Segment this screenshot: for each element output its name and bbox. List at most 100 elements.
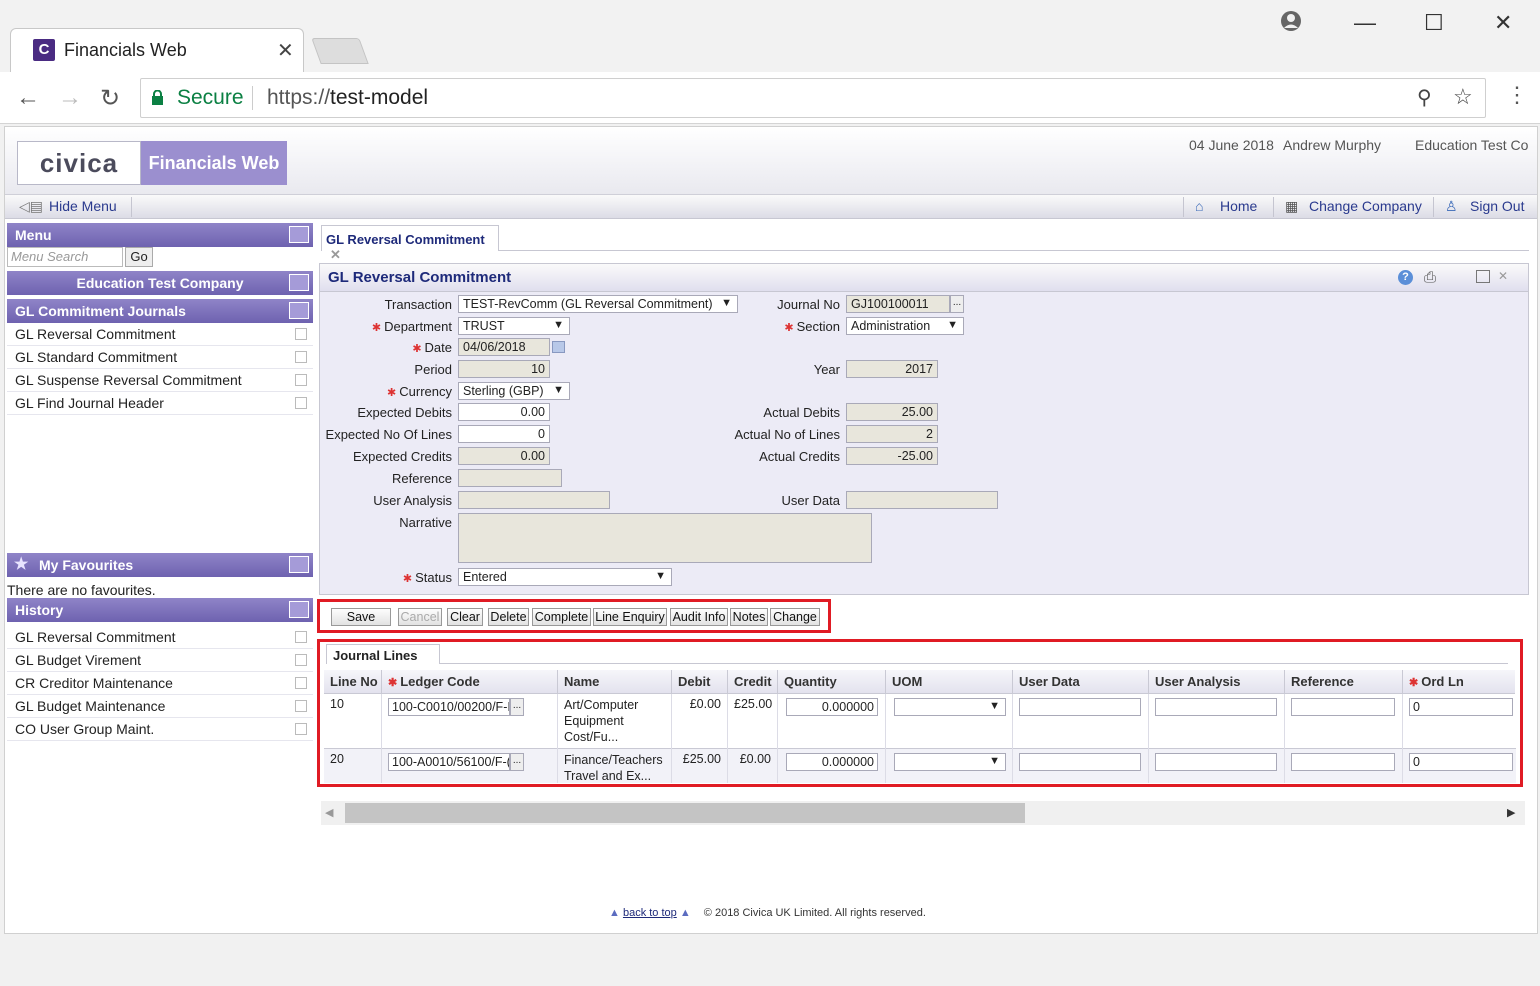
column-header-quantity[interactable]: Quantity	[778, 670, 886, 694]
ledger-lookup-button[interactable]: ...	[510, 753, 524, 771]
help-icon[interactable]: ?	[1398, 270, 1413, 285]
menu-item[interactable]: GL Find Journal Header	[7, 392, 313, 415]
expected-debits-input[interactable]: 0.00	[458, 403, 550, 421]
clear-button[interactable]: Clear	[447, 608, 483, 626]
uom-select[interactable]	[894, 698, 1006, 716]
history-item[interactable]: GL Budget Virement	[7, 649, 313, 672]
column-header-name[interactable]: Name	[558, 670, 672, 694]
open-external-icon[interactable]	[295, 700, 307, 712]
open-external-icon[interactable]	[295, 677, 307, 689]
status-select[interactable]: Entered	[458, 568, 672, 586]
user-data-input[interactable]	[1019, 753, 1141, 771]
column-header-ord-ln[interactable]: ✱ Ord Ln	[1403, 670, 1515, 694]
profile-icon[interactable]	[1280, 10, 1302, 38]
back-icon[interactable]: ←	[16, 84, 40, 112]
delete-button[interactable]: Delete	[488, 608, 529, 626]
user-data-input[interactable]	[1019, 698, 1141, 716]
quantity-input[interactable]: 0.000000	[786, 753, 878, 771]
column-header-reference[interactable]: Reference	[1285, 670, 1403, 694]
open-external-icon[interactable]	[295, 723, 307, 735]
journal-lines-tab[interactable]: Journal Lines	[326, 644, 440, 664]
history-item[interactable]: CR Creditor Maintenance	[7, 672, 313, 695]
expected-lines-input[interactable]: 0	[458, 425, 550, 443]
reload-icon[interactable]: ↻	[100, 84, 120, 113]
journal-lookup-button[interactable]: ...	[950, 295, 964, 313]
ord-ln-input[interactable]: 0	[1409, 698, 1513, 716]
hide-menu-icon[interactable]: ◁▤	[19, 198, 43, 215]
change-company-link[interactable]: Change Company	[1309, 198, 1422, 214]
chrome-menu-icon[interactable]: ⋮	[1506, 82, 1528, 108]
open-external-icon[interactable]	[295, 397, 307, 409]
quantity-input[interactable]: 0.000000	[786, 698, 878, 716]
column-header-debit[interactable]: Debit	[672, 670, 728, 694]
zoom-icon[interactable]: ⚲	[1417, 85, 1432, 110]
panel-toggle-icon[interactable]	[289, 601, 309, 618]
hide-menu-link[interactable]: Hide Menu	[49, 198, 117, 214]
building-icon[interactable]: ▦	[1285, 198, 1298, 215]
close-tab-icon[interactable]: ✕	[330, 247, 341, 262]
back-to-top-link[interactable]: back to top	[623, 907, 677, 919]
maximize-icon[interactable]: ☐	[1424, 10, 1444, 36]
panel-toggle-icon[interactable]	[289, 556, 309, 573]
ledger-code-input[interactable]: 100-A0010/56100/F-(	[388, 753, 510, 771]
bookmark-star-icon[interactable]: ☆	[1453, 84, 1473, 110]
column-header-ledger-code[interactable]: ✱ Ledger Code	[382, 670, 558, 694]
menu-item[interactable]: GL Suspense Reversal Commitment	[7, 369, 313, 392]
transaction-select[interactable]: TEST-RevComm (GL Reversal Commitment)	[458, 295, 738, 313]
home-link[interactable]: Home	[1220, 198, 1257, 214]
close-window-icon[interactable]: ✕	[1494, 10, 1512, 36]
address-bar[interactable]: Secure https://test-model ⚲ ☆	[140, 78, 1486, 118]
group-panel-header[interactable]: GL Commitment Journals	[7, 299, 313, 323]
menu-search-go-button[interactable]: Go	[125, 247, 153, 267]
panel-toggle-icon[interactable]	[289, 226, 309, 243]
menu-item[interactable]: GL Reversal Commitment	[7, 323, 313, 346]
browser-tab[interactable]: C Financials Web ✕	[10, 28, 304, 72]
scrollbar-thumb[interactable]	[345, 803, 1025, 823]
department-select[interactable]: TRUST	[458, 317, 570, 335]
column-header-uom[interactable]: UOM	[886, 670, 1013, 694]
menu-item[interactable]: GL Standard Commitment	[7, 346, 313, 369]
open-external-icon[interactable]	[295, 328, 307, 340]
forward-icon[interactable]: →	[58, 84, 82, 112]
reference-input[interactable]	[1291, 753, 1395, 771]
date-field[interactable]: 04/06/2018	[458, 338, 550, 356]
home-icon[interactable]: ⌂	[1195, 198, 1203, 214]
minimize-icon[interactable]: —	[1354, 10, 1376, 36]
user-analysis-input[interactable]	[1155, 698, 1277, 716]
complete-button[interactable]: Complete	[532, 608, 591, 626]
reference-input[interactable]	[1291, 698, 1395, 716]
open-external-icon[interactable]	[295, 631, 307, 643]
open-external-icon[interactable]	[295, 654, 307, 666]
print-icon[interactable]: ⎙	[1424, 269, 1436, 286]
column-header-line-no[interactable]: Line No	[324, 670, 382, 694]
open-external-icon[interactable]	[295, 351, 307, 363]
content-tab[interactable]: GL Reversal Commitment ✕	[321, 225, 499, 262]
panel-toggle-icon[interactable]	[289, 302, 309, 319]
cancel-button[interactable]: Cancel	[398, 608, 442, 626]
history-item[interactable]: CO User Group Maint.	[7, 718, 313, 741]
user-analysis-input[interactable]	[1155, 753, 1277, 771]
calendar-icon[interactable]	[552, 341, 565, 353]
history-item[interactable]: GL Reversal Commitment	[7, 626, 313, 649]
sign-out-icon[interactable]: ♙	[1445, 198, 1458, 215]
ledger-code-input[interactable]: 100-C0010/00200/F-I	[388, 698, 510, 716]
column-header-user-analysis[interactable]: User Analysis	[1149, 670, 1285, 694]
ledger-lookup-button[interactable]: ...	[510, 698, 524, 716]
new-tab-button[interactable]	[311, 38, 369, 64]
table-row[interactable]: 10 100-C0010/00200/F-I ... Art/Computer …	[324, 694, 1516, 749]
ord-ln-input[interactable]: 0	[1409, 753, 1513, 771]
panel-toggle-icon[interactable]	[289, 274, 309, 291]
save-button[interactable]: Save	[331, 608, 391, 626]
line-enquiry-button[interactable]: Line Enquiry	[593, 608, 667, 626]
history-item[interactable]: GL Budget Maintenance	[7, 695, 313, 718]
close-form-icon[interactable]: ✕	[1498, 269, 1508, 283]
column-header-user-data[interactable]: User Data	[1013, 670, 1149, 694]
narrative-textarea[interactable]	[458, 513, 872, 563]
scroll-left-icon[interactable]: ◀	[325, 806, 333, 819]
uom-select[interactable]	[894, 753, 1006, 771]
audit-info-button[interactable]: Audit Info	[670, 608, 728, 626]
horizontal-scrollbar[interactable]: ◀ ▶	[321, 801, 1525, 825]
sign-out-link[interactable]: Sign Out	[1470, 198, 1524, 214]
popout-icon[interactable]	[1476, 270, 1490, 283]
notes-button[interactable]: Notes	[730, 608, 768, 626]
